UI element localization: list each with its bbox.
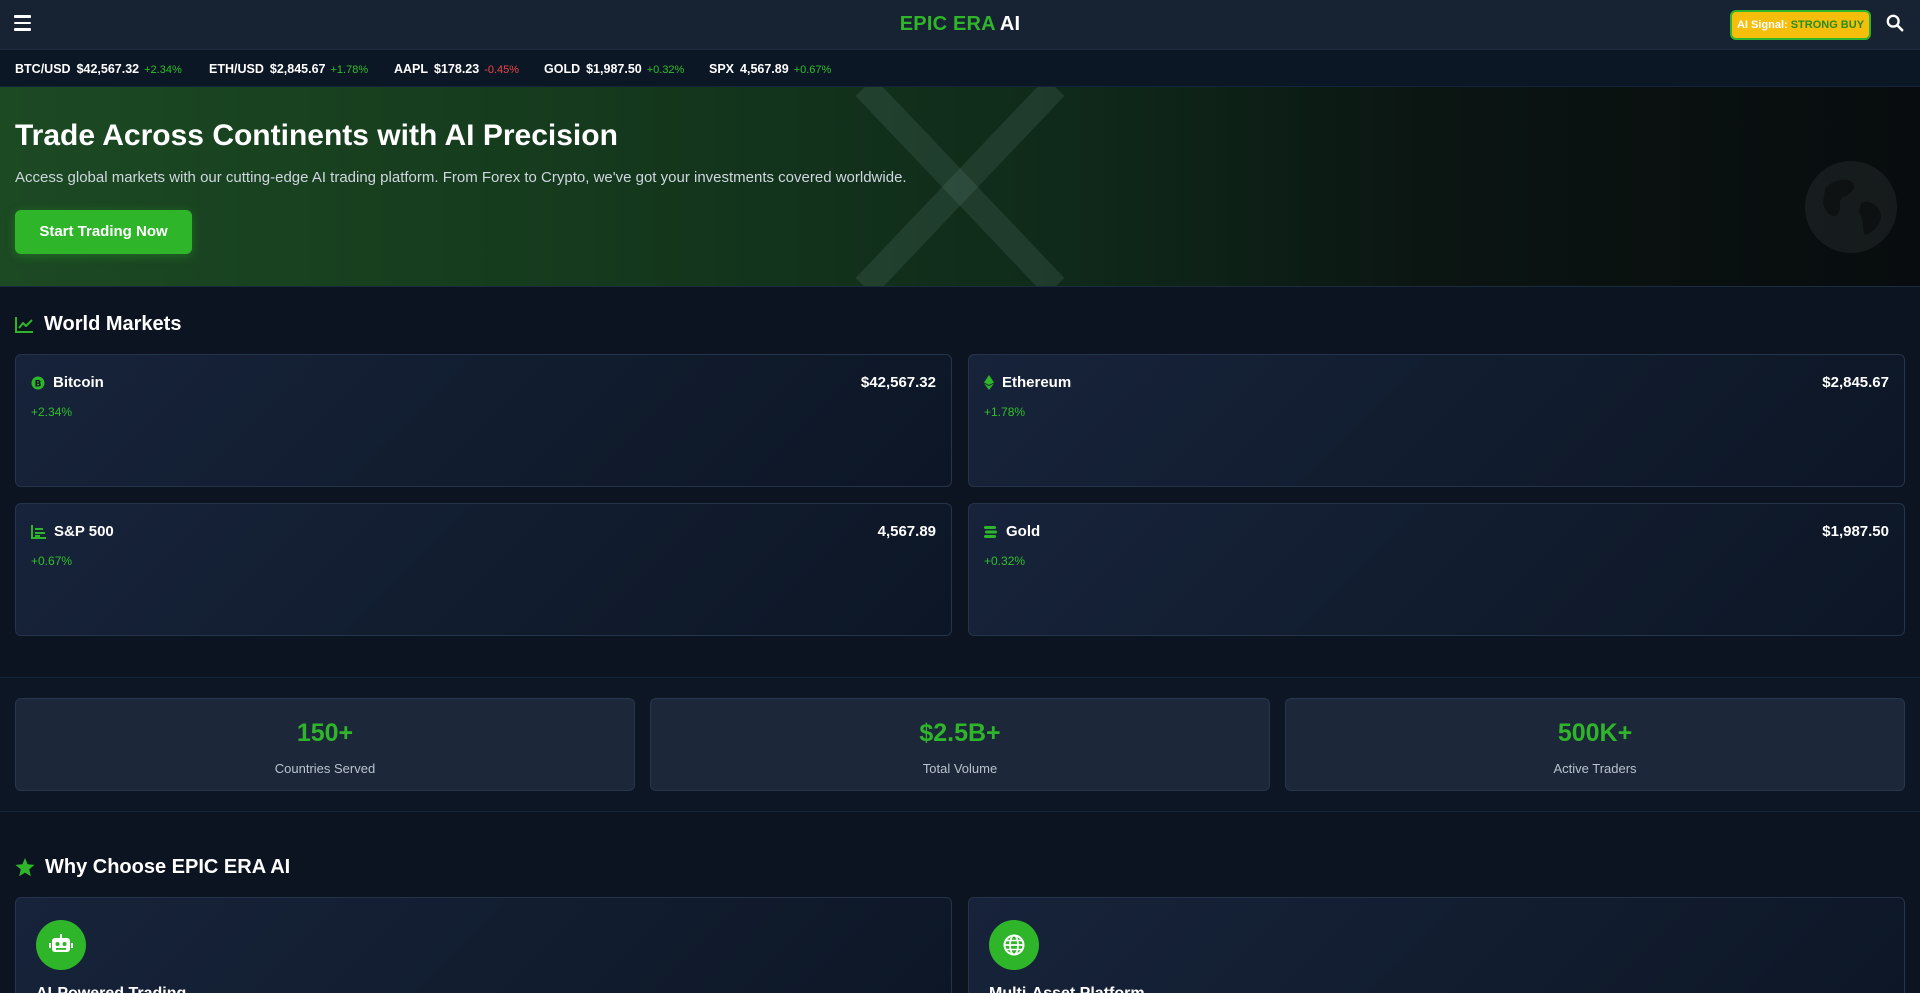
start-trading-button[interactable]: Start Trading Now	[15, 210, 192, 254]
chart-bar-icon	[31, 524, 46, 539]
market-name: S&P 500	[54, 523, 114, 540]
stat-label: Countries Served	[274, 761, 376, 776]
brand-primary: EPIC ERA	[899, 13, 996, 35]
market-price: $1,987.50	[1822, 523, 1889, 540]
globe-watermark-icon	[1805, 161, 1897, 253]
ticker-symbol: SPX	[709, 62, 735, 76]
ticker-item[interactable]: SPX 4,567.89 +0.67%	[709, 62, 831, 76]
market-card-bitcoin[interactable]: B Bitcoin $42,567.32 +2.34%	[15, 354, 952, 487]
bitcoin-icon: B	[31, 376, 45, 389]
hero-banner: Trade Across Continents with AI Precisio…	[0, 87, 1920, 287]
market-change: +1.78%	[984, 405, 1026, 419]
brand-secondary: AI	[999, 13, 1021, 35]
feature-card-ai-trading[interactable]: AI-Powered Trading	[15, 897, 952, 993]
search-icon	[1886, 14, 1904, 32]
hero-title: Trade Across Continents with AI Precisio…	[15, 119, 618, 152]
chart-line-icon	[15, 317, 33, 333]
market-name: Gold	[1006, 523, 1041, 540]
ticker-symbol: BTC/USD	[15, 62, 71, 76]
why-choose-heading: Why Choose EPIC ERA AI	[15, 856, 290, 879]
ai-signal-value: STRONG BUY	[1790, 19, 1865, 31]
feature-title: Multi-Asset Platform	[989, 985, 1145, 993]
market-card-header: Gold	[984, 523, 1040, 540]
stats-section: 150+ Countries Served $2.5B+ Total Volum…	[0, 677, 1920, 812]
ticker-item[interactable]: GOLD $1,987.50 +0.32%	[544, 62, 684, 76]
brand-logo[interactable]: EPIC ERA AI	[0, 13, 1920, 36]
ticker-symbol: GOLD	[544, 62, 581, 76]
market-price: 4,567.89	[877, 523, 936, 540]
ticker-price: $42,567.32	[76, 62, 140, 76]
ticker-change: +1.78%	[330, 64, 369, 76]
feature-card-multi-asset[interactable]: Multi-Asset Platform	[968, 897, 1905, 993]
ticker-change: +0.32%	[646, 64, 685, 76]
market-card-header: B Bitcoin	[31, 374, 104, 391]
market-change: +2.34%	[31, 405, 73, 419]
market-name: Bitcoin	[53, 374, 104, 391]
x-watermark-icon	[855, 87, 1065, 286]
svg-text:B: B	[35, 379, 42, 389]
stat-label: Active Traders	[1553, 761, 1637, 776]
star-icon	[15, 858, 35, 877]
world-markets-heading: World Markets	[15, 313, 181, 336]
ticker-item[interactable]: ETH/USD $2,845.67 +1.78%	[209, 62, 368, 76]
search-button[interactable]	[1886, 14, 1906, 34]
market-card-sp500[interactable]: S&P 500 4,567.89 +0.67%	[15, 503, 952, 636]
ticker-change: -0.45%	[484, 64, 520, 76]
ticker-change: +2.34%	[144, 64, 182, 76]
stat-value: $2.5B+	[919, 719, 1001, 747]
stat-value: 500K+	[1557, 719, 1633, 747]
market-change: +0.67%	[31, 554, 73, 568]
market-change: +0.32%	[984, 554, 1026, 568]
app-root: EPIC ERA AI AI Signal: STRONG BUY BTC/USD $…	[0, 0, 1920, 993]
ticker-item[interactable]: AAPL $178.23 -0.45%	[394, 62, 519, 76]
section-title-text: Why Choose EPIC ERA AI	[45, 856, 291, 878]
coins-icon	[984, 525, 997, 538]
market-name: Ethereum	[1002, 374, 1072, 391]
section-title-text: World Markets	[44, 313, 182, 335]
price-ticker: BTC/USD $42,567.32 +2.34% ETH/USD $2,845.67…	[0, 51, 1920, 87]
ticker-price: $2,845.67	[269, 62, 326, 76]
stat-card-countries: 150+ Countries Served	[15, 698, 635, 791]
robot-icon	[49, 934, 73, 952]
ticker-price: 4,567.89	[740, 62, 789, 76]
stat-label: Total Volume	[922, 761, 998, 776]
market-card-header: Ethereum	[984, 374, 1071, 391]
top-navbar: EPIC ERA AI AI Signal: STRONG BUY	[0, 0, 1920, 50]
ticker-item[interactable]: BTC/USD $42,567.32 +2.34%	[15, 62, 182, 76]
feature-icon-badge	[989, 920, 1039, 970]
stat-value: 150+	[296, 719, 354, 747]
stat-card-traders: 500K+ Active Traders	[1285, 698, 1905, 791]
globe-icon	[1003, 934, 1025, 956]
stat-card-volume: $2.5B+ Total Volume	[650, 698, 1270, 791]
hero-subtitle: Access global markets with our cutting-e…	[15, 169, 907, 186]
ai-signal-label: AI Signal:	[1736, 19, 1788, 31]
ticker-price: $1,987.50	[586, 62, 642, 76]
market-price: $2,845.67	[1822, 374, 1889, 391]
feature-title: AI-Powered Trading	[36, 985, 186, 993]
ai-signal-badge[interactable]: AI Signal: STRONG BUY	[1730, 10, 1871, 40]
market-card-gold[interactable]: Gold $1,987.50 +0.32%	[968, 503, 1905, 636]
ticker-price: $178.23	[434, 62, 480, 76]
market-card-ethereum[interactable]: Ethereum $2,845.67 +1.78%	[968, 354, 1905, 487]
market-card-header: S&P 500	[31, 523, 114, 540]
ticker-symbol: ETH/USD	[209, 62, 264, 76]
ethereum-icon	[984, 375, 994, 390]
feature-icon-badge	[36, 920, 86, 970]
ticker-symbol: AAPL	[394, 62, 429, 76]
market-price: $42,567.32	[860, 374, 936, 391]
ticker-change: +0.67%	[793, 64, 832, 76]
